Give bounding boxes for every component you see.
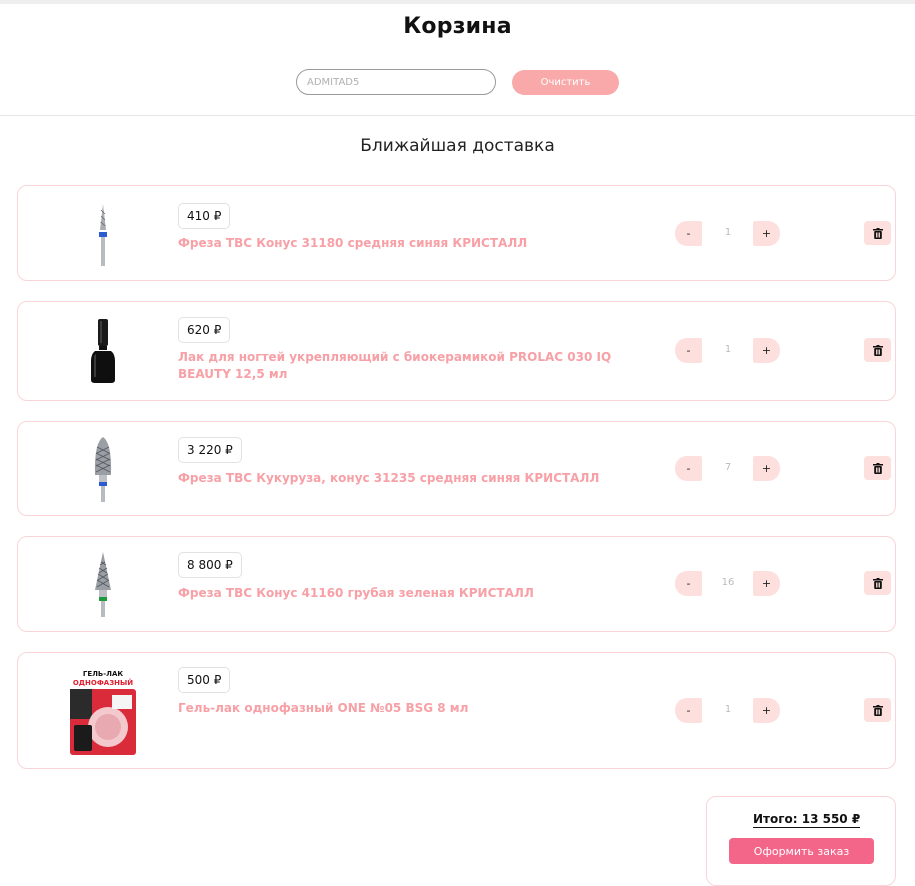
promo-code-input[interactable] xyxy=(296,69,496,95)
bur-icon xyxy=(99,204,107,266)
delete-item-button[interactable] xyxy=(864,698,891,722)
top-border xyxy=(0,0,915,4)
cart-item: 410 ₽ Фреза ТВС Конус 31180 средняя синя… xyxy=(17,185,896,281)
order-summary: Итого: 13 550 ₽ Оформить заказ xyxy=(706,796,896,886)
divider xyxy=(0,115,915,116)
checkout-button[interactable]: Оформить заказ xyxy=(729,838,874,864)
increase-quantity-button[interactable]: + xyxy=(753,698,780,723)
product-name[interactable]: Гель-лак однофазный ONE №05 BSG 8 мл xyxy=(178,700,658,717)
cart-item: 3 220 ₽ Фреза ТВС Кукуруза, конус 31235 … xyxy=(17,421,896,516)
package-label-line2: ОДНОФАЗНЫЙ xyxy=(73,678,133,687)
delete-item-button[interactable] xyxy=(864,221,891,245)
clear-cart-button[interactable]: Очистить xyxy=(512,70,619,95)
product-image[interactable] xyxy=(64,316,142,386)
price: 410 ₽ xyxy=(178,203,231,229)
decrease-quantity-button[interactable]: - xyxy=(675,571,702,596)
delete-item-button[interactable] xyxy=(864,456,891,480)
decrease-quantity-button[interactable]: - xyxy=(675,456,702,481)
cart-item: ГЕЛЬ-ЛАК ОДНОФАЗНЫЙ 500 ₽ Гель-лак одноф… xyxy=(17,652,896,769)
cone-bur-icon xyxy=(95,552,111,617)
decrease-quantity-button[interactable]: - xyxy=(675,338,702,363)
product-image[interactable]: ГЕЛЬ-ЛАК ОДНОФАЗНЫЙ xyxy=(64,667,142,757)
product-image[interactable] xyxy=(64,202,142,268)
quantity-value[interactable]: 7 xyxy=(709,462,747,473)
increase-quantity-button[interactable]: + xyxy=(753,456,780,481)
corn-bur-icon xyxy=(94,437,112,502)
delete-item-button[interactable] xyxy=(864,338,891,362)
cart-item: 8 800 ₽ Фреза ТВС Конус 41160 грубая зел… xyxy=(17,536,896,632)
price: 500 ₽ xyxy=(178,667,231,693)
quantity-value[interactable]: 1 xyxy=(709,227,747,238)
product-image[interactable] xyxy=(64,549,142,619)
product-name[interactable]: Лак для ногтей укрепляющий с биокерамико… xyxy=(178,349,658,383)
quantity-value[interactable]: 16 xyxy=(709,577,747,588)
price: 620 ₽ xyxy=(178,317,231,343)
product-name[interactable]: Фреза ТВС Кукуруза, конус 31235 средняя … xyxy=(178,470,658,487)
product-name[interactable]: Фреза ТВС Конус 41160 грубая зеленая КРИ… xyxy=(178,585,658,602)
decrease-quantity-button[interactable]: - xyxy=(675,698,702,723)
trash-icon xyxy=(872,227,883,239)
quantity-value[interactable]: 1 xyxy=(709,344,747,355)
section-title: Ближайшая доставка xyxy=(360,136,555,156)
increase-quantity-button[interactable]: + xyxy=(753,338,780,363)
order-total: Итого: 13 550 ₽ xyxy=(753,812,861,828)
trash-icon xyxy=(872,344,883,356)
product-image[interactable] xyxy=(64,434,142,504)
trash-icon xyxy=(872,462,883,474)
cart-item: 620 ₽ Лак для ногтей укрепляющий с биоке… xyxy=(17,301,896,401)
trash-icon xyxy=(872,577,883,589)
quantity-value[interactable]: 1 xyxy=(709,704,747,715)
decrease-quantity-button[interactable]: - xyxy=(675,221,702,246)
trash-icon xyxy=(872,704,883,716)
page-title: Корзина xyxy=(403,14,512,39)
product-name[interactable]: Фреза ТВС Конус 31180 средняя синяя КРИС… xyxy=(178,235,658,252)
gel-polish-package: ГЕЛЬ-ЛАК ОДНОФАЗНЫЙ xyxy=(68,667,138,757)
increase-quantity-button[interactable]: + xyxy=(753,221,780,246)
increase-quantity-button[interactable]: + xyxy=(753,571,780,596)
price: 8 800 ₽ xyxy=(178,552,242,578)
delete-item-button[interactable] xyxy=(864,571,891,595)
price: 3 220 ₽ xyxy=(178,437,242,463)
nail-polish-bottle xyxy=(91,319,115,383)
package-label-line1: ГЕЛЬ-ЛАК xyxy=(83,670,124,678)
